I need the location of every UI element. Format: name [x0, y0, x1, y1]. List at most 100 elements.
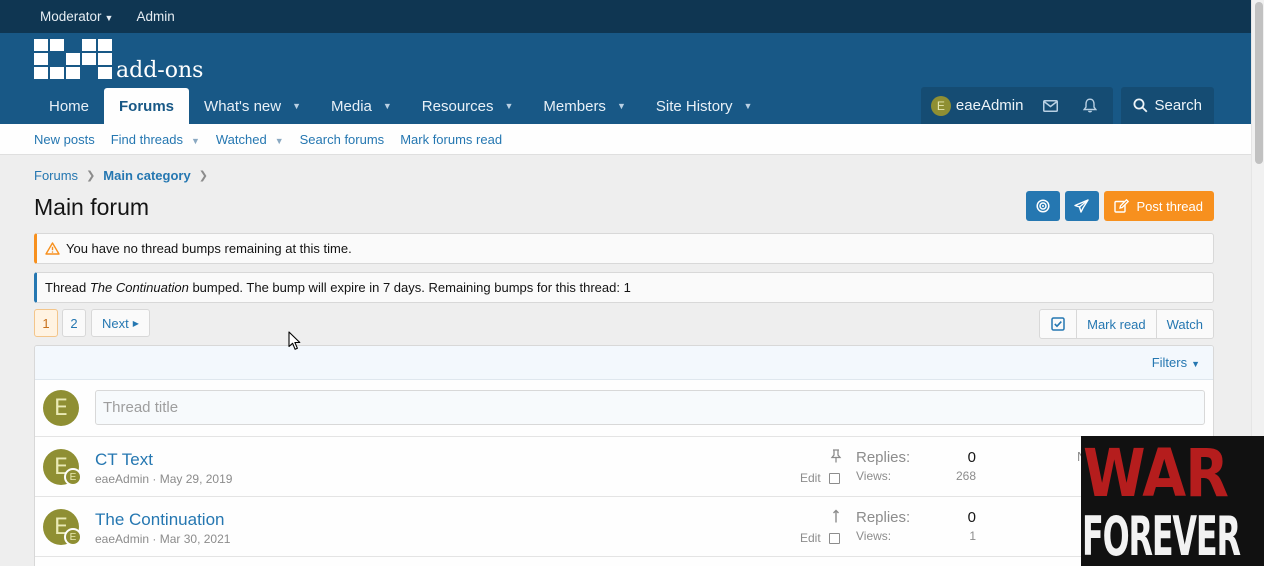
overlay-line-1: WAR	[1083, 436, 1229, 512]
thread-stats: Replies: 0 Views: 1	[856, 509, 976, 543]
tab-whats-new[interactable]: What's new ▼	[189, 88, 316, 124]
thread-title-link[interactable]: The Continuation	[95, 510, 224, 530]
tab-label: Site History	[655, 97, 733, 115]
breadcrumb: Forums ❯ Main category ❯	[34, 168, 208, 183]
bell-icon[interactable]	[1077, 98, 1103, 113]
info-prefix: Thread	[45, 280, 90, 295]
thread-date[interactable]: May 29, 2019	[160, 472, 233, 486]
tab-label: Forums	[119, 97, 175, 115]
edit-link[interactable]: Edit	[800, 471, 821, 485]
search-button[interactable]: Search	[1121, 87, 1214, 124]
main-content: Forums ❯ Main category ❯ Main forum Post…	[0, 155, 1251, 566]
caret-down-icon: ▼	[1191, 359, 1200, 369]
mini-avatar: E	[64, 468, 82, 486]
war-forever-overlay: WAR FOREVER	[1081, 436, 1264, 566]
send-button[interactable]	[1064, 191, 1099, 221]
page: Moderator ▼ Admin add-ons Home Forums Wha…	[0, 0, 1251, 566]
next-label: Next	[102, 315, 129, 331]
thread-title-link[interactable]: CT Text	[95, 450, 153, 470]
logo-text: add-ons	[116, 58, 204, 83]
tab-media[interactable]: Media ▼	[316, 88, 407, 124]
thread-row: E E CT Text eaeAdmin · May 29, 2019 Edit…	[35, 437, 1213, 497]
watch-forum-button[interactable]	[1025, 191, 1060, 221]
watch-button[interactable]: Watch	[1155, 310, 1213, 338]
breadcrumb-main-category[interactable]: Main category	[103, 168, 190, 183]
moderator-menu[interactable]: Moderator ▼	[40, 9, 113, 24]
select-toggle-button[interactable]	[1040, 310, 1076, 338]
watched-link[interactable]: Watched ▼	[216, 132, 284, 147]
tab-label: Resources	[421, 97, 494, 115]
caret-down-icon[interactable]: ▼	[292, 101, 301, 111]
new-posts-link[interactable]: New posts	[34, 132, 95, 147]
mark-forums-read-link[interactable]: Mark forums read	[400, 132, 502, 147]
caret-down-icon[interactable]: ▼	[191, 136, 200, 146]
forum-tools: Mark read Watch	[1039, 309, 1214, 339]
views-label: Views:	[856, 529, 892, 543]
tab-members[interactable]: Members ▼	[528, 88, 640, 124]
find-threads-label: Find threads	[110, 131, 183, 147]
main-nav: Home Forums What's new ▼ Media ▼ Resources…	[34, 88, 767, 124]
filters-label: Filters	[1151, 355, 1188, 370]
check-square-icon	[1051, 317, 1065, 331]
mark-read-button[interactable]: Mark read	[1076, 310, 1156, 338]
filters-button[interactable]: Filters ▼	[1152, 355, 1200, 370]
target-icon	[1035, 199, 1050, 213]
title-actions: Post thread	[1025, 191, 1214, 221]
paper-plane-icon	[1074, 199, 1089, 213]
caret-down-icon[interactable]: ▼	[617, 101, 626, 111]
replies-count: 0	[967, 509, 976, 526]
tab-label: Members	[543, 97, 606, 115]
next-page-button[interactable]: Next ▶	[91, 309, 150, 337]
warning-notice: You have no thread bumps remaining at th…	[34, 233, 1214, 264]
account-name[interactable]: eaeAdmin	[956, 97, 1024, 114]
info-thread-name: The Continuation	[89, 280, 189, 295]
tab-resources[interactable]: Resources ▼	[407, 88, 529, 124]
caret-down-icon[interactable]: ▼	[744, 101, 753, 111]
thread-title-input[interactable]: Thread title	[95, 390, 1205, 425]
search-icon	[1133, 98, 1148, 113]
edit-link[interactable]: Edit	[800, 531, 821, 545]
warning-icon	[45, 242, 60, 255]
views-count: 1	[969, 529, 976, 543]
watched-label: Watched	[215, 131, 267, 147]
staff-bar: Moderator ▼ Admin	[0, 0, 1251, 33]
select-checkbox[interactable]	[828, 472, 840, 484]
search-label: Search	[1154, 97, 1202, 114]
thread-author[interactable]: eaeAdmin	[95, 472, 149, 486]
search-forums-link[interactable]: Search forums	[300, 132, 385, 147]
site-header: add-ons Home Forums What's new ▼ Media ▼ R…	[0, 33, 1251, 124]
info-suffix: bumped. The bump will expire in 7 days. …	[188, 280, 631, 295]
breadcrumb-forums[interactable]: Forums	[34, 168, 78, 183]
caret-down-icon[interactable]: ▼	[505, 101, 514, 111]
post-thread-button[interactable]: Post thread	[1103, 191, 1214, 221]
tab-label: Media	[331, 97, 372, 115]
overlay-line-2: FOREVER	[1082, 505, 1241, 566]
chevron-right-icon: ❯	[198, 170, 208, 182]
page-2[interactable]: 2	[62, 309, 86, 337]
avatar[interactable]: E	[930, 95, 951, 116]
scrollbar-thumb[interactable]	[1255, 2, 1263, 164]
envelope-icon[interactable]	[1037, 99, 1063, 112]
admin-link[interactable]: Admin	[136, 9, 174, 24]
quick-thread-row: E Thread title	[35, 380, 1213, 437]
thread-row: E E The Continuation eaeAdmin · Mar 30, …	[35, 497, 1213, 557]
tab-home[interactable]: Home	[34, 88, 104, 124]
caret-down-icon[interactable]: ▼	[275, 136, 284, 146]
account-nav: E eaeAdmin Search	[920, 87, 1214, 124]
thread-edit: Edit	[800, 531, 840, 545]
page-title: Main forum	[34, 194, 150, 220]
thread-author[interactable]: eaeAdmin	[95, 532, 149, 546]
caret-down-icon[interactable]: ▼	[383, 101, 392, 111]
thread-date[interactable]: Mar 30, 2021	[160, 532, 231, 546]
mouse-cursor-icon	[288, 331, 301, 350]
page-1[interactable]: 1	[34, 309, 58, 337]
site-logo[interactable]: add-ons	[34, 39, 203, 83]
select-checkbox[interactable]	[828, 532, 840, 544]
replies-label: Replies:	[856, 509, 911, 526]
tab-site-history[interactable]: Site History ▼	[641, 88, 768, 124]
chevron-right-icon: ❯	[86, 170, 96, 182]
tab-forums[interactable]: Forums	[104, 88, 190, 124]
find-threads-link[interactable]: Find threads ▼	[111, 132, 200, 147]
thread-edit: Edit	[800, 471, 840, 485]
info-notice: Thread The Continuation bumped. The bump…	[34, 272, 1214, 303]
